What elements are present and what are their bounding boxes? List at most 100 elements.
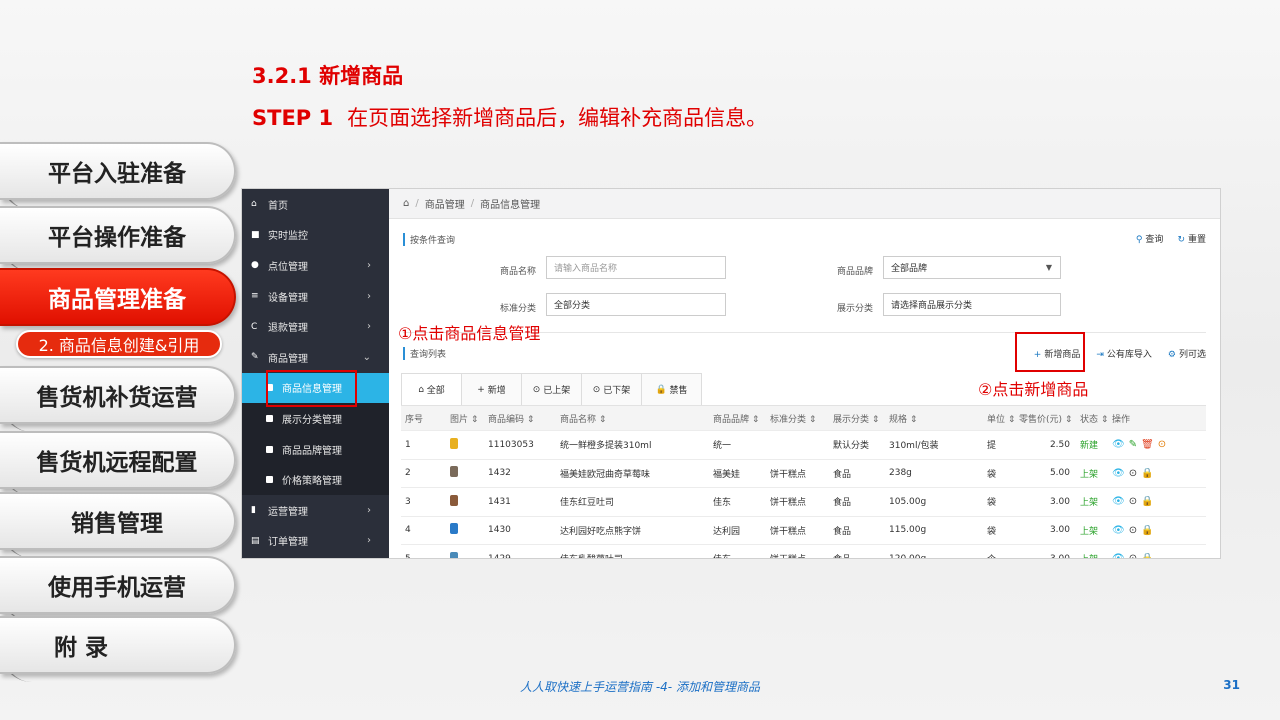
publish-icon[interactable]: ⊙	[1158, 439, 1166, 450]
product-code: 1429	[488, 553, 511, 559]
product-unit: 袋	[987, 469, 997, 480]
order-icon: ▤	[251, 535, 260, 546]
table-header-cell: 操作	[1112, 414, 1131, 425]
sidebar-item-pricing[interactable]: 价格策略管理	[242, 464, 389, 495]
lock-icon[interactable]: 🔒	[1141, 553, 1153, 558]
sidebar-item-points[interactable]: ● 点位管理 ›	[242, 250, 389, 281]
product-name: 达利园好吃点熊字饼	[560, 526, 642, 537]
status-tabs: ⌂ 全部 + 新增 ⊙ 已上架 ⊙ 已下架 🔒 禁售	[401, 373, 702, 405]
arrow-circle-icon: ⊙	[592, 384, 604, 395]
annotation-step2: ②点击新增商品	[978, 380, 1089, 399]
display-category-select[interactable]: 请选择商品展示分类	[883, 293, 1061, 316]
deck-item-1[interactable]: 平台入驻准备	[0, 142, 236, 200]
view-icon[interactable]: 👁	[1112, 525, 1125, 536]
public-import-button[interactable]: ⇥ 公有库导入	[1096, 347, 1152, 360]
table-header-cell[interactable]: 图片 ⇕	[446, 412, 484, 425]
edit-icon: ✎	[251, 352, 259, 363]
caret-down-icon: ▼	[1045, 263, 1052, 272]
deck-item-2[interactable]: 平台操作准备	[0, 206, 236, 264]
table-header-cell[interactable]: 商品名称 ⇕	[556, 412, 709, 425]
status-badge: 上架	[1080, 498, 1099, 509]
query-button[interactable]: ⚲ 查询	[1136, 232, 1164, 245]
tab-banned[interactable]: 🔒 禁售	[641, 373, 702, 405]
sidebar-item-operations[interactable]: ▮ 运营管理 ›	[242, 495, 389, 526]
unpublish-icon[interactable]: ⊙	[1129, 553, 1137, 558]
product-image[interactable]	[450, 494, 458, 506]
reset-button[interactable]: ↻ 重置	[1177, 232, 1206, 245]
table-header-cell[interactable]: 状态 ⇕	[1076, 412, 1108, 425]
table-header-cell[interactable]: 商品编码 ⇕	[484, 412, 556, 425]
table-header-cell[interactable]: 零售价(元) ⇕	[1015, 412, 1076, 425]
edit-icon[interactable]: ✎	[1129, 439, 1137, 450]
deck-item-5[interactable]: 售货机远程配置	[0, 431, 236, 489]
unpublish-icon[interactable]: ⊙	[1129, 468, 1137, 479]
sidebar-item-home[interactable]: ⌂ 首页	[242, 189, 389, 220]
import-icon: ⇥	[1096, 350, 1104, 360]
filter-label-name: 商品名称	[499, 267, 536, 277]
sidebar-item-orders[interactable]: ▤ 订单管理 ›	[242, 526, 389, 557]
deck-item-3-active[interactable]: 商品管理准备	[0, 268, 236, 326]
product-image[interactable]	[450, 466, 458, 478]
product-unit: 提	[987, 441, 997, 452]
product-code: 1432	[488, 468, 511, 479]
filter-label-std-category: 标准分类	[499, 304, 536, 314]
tab-on-shelf[interactable]: ⊙ 已上架	[521, 373, 582, 405]
sidebar-item-brand[interactable]: 商品品牌管理	[242, 433, 389, 465]
deck-item-4[interactable]: 售货机补货运营	[0, 366, 236, 424]
bullet-icon	[266, 476, 273, 484]
tab-off-shelf[interactable]: ⊙ 已下架	[581, 373, 642, 405]
product-thumbnail	[446, 437, 484, 452]
product-thumbnail	[446, 551, 484, 558]
table-header-cell[interactable]: 展示分类 ⇕	[829, 412, 885, 425]
product-brand: 统一	[713, 441, 732, 452]
tab-all[interactable]: ⌂ 全部	[401, 373, 462, 405]
product-brand: 佳东	[713, 498, 732, 509]
sidebar-item-display-category[interactable]: 展示分类管理	[242, 403, 389, 434]
view-icon[interactable]: 👁	[1112, 439, 1125, 450]
plus-icon: +	[477, 384, 488, 395]
row-actions: 👁 ⊙ 🔒	[1108, 553, 1178, 558]
brand-select[interactable]: 全部品牌 ▼	[883, 256, 1061, 279]
view-icon[interactable]: 👁	[1112, 496, 1125, 507]
table-row: 5 1429 佳东乳酸菌吐司佳东饼干糕点食品 120.00g 个 3.00 上架 👁 ⊙ 🔒	[401, 545, 1206, 559]
product-image[interactable]	[450, 551, 458, 558]
product-image[interactable]	[450, 437, 458, 449]
tab-new[interactable]: + 新增	[461, 373, 522, 405]
unpublish-icon[interactable]: ⊙	[1129, 496, 1137, 507]
table-header-cell[interactable]: 标准分类 ⇕	[766, 412, 829, 425]
device-icon: ≡	[251, 291, 259, 302]
list-panel-title: 查询列表	[403, 347, 446, 360]
sidebar-item-monitor[interactable]: ■ 实时监控	[242, 220, 389, 251]
delete-icon[interactable]: 🗑	[1141, 439, 1154, 450]
bullet-icon	[266, 414, 273, 422]
unpublish-icon[interactable]: ⊙	[1129, 525, 1137, 536]
product-image[interactable]	[450, 523, 458, 535]
deck-sub-item[interactable]: 2. 商品信息创建&引用	[16, 330, 222, 358]
std-category-select[interactable]: 全部分类	[546, 293, 726, 316]
row-actions: 👁 ✎ 🗑 ⊙	[1108, 439, 1178, 450]
columns-button[interactable]: ⚙ 列可选	[1168, 347, 1206, 360]
deck-item-8[interactable]: 附 录	[0, 616, 236, 674]
table-header-cell[interactable]: 单位 ⇕	[983, 412, 1015, 425]
display-category: 食品	[833, 498, 852, 509]
breadcrumb-item-current: 商品信息管理	[480, 200, 541, 211]
view-icon[interactable]: 👁	[1112, 553, 1125, 558]
table-header-cell[interactable]: 商品品牌 ⇕	[709, 412, 766, 425]
breadcrumb-item[interactable]: 商品管理	[425, 196, 465, 211]
sidebar-item-refunds[interactable]: C 退款管理 ›	[242, 311, 389, 342]
table-row: 3 1431 佳东红豆吐司 佳东 饼干糕点 食品 105.00g 袋 3.00 上架 👁 ⊙ 🔒	[401, 488, 1206, 517]
deck-item-6[interactable]: 销售管理	[0, 492, 236, 550]
sidebar-item-products[interactable]: ✎ 商品管理 ⌄	[242, 342, 389, 373]
deck-item-7[interactable]: 使用手机运营	[0, 556, 236, 614]
view-icon[interactable]: 👁	[1112, 468, 1125, 479]
lock-icon[interactable]: 🔒	[1141, 496, 1153, 507]
product-name-input[interactable]: 请输入商品名称	[546, 256, 726, 279]
sidebar-item-devices[interactable]: ≡ 设备管理 ›	[242, 281, 389, 312]
home-icon[interactable]: ⌂	[403, 198, 409, 209]
lock-icon[interactable]: 🔒	[1141, 525, 1153, 536]
table-header-cell[interactable]: 规格 ⇕	[885, 412, 983, 425]
lock-icon[interactable]: 🔒	[1141, 468, 1153, 479]
home-icon: ⌂	[418, 384, 427, 395]
product-thumbnail	[446, 523, 484, 537]
row-number: 4	[405, 525, 411, 536]
